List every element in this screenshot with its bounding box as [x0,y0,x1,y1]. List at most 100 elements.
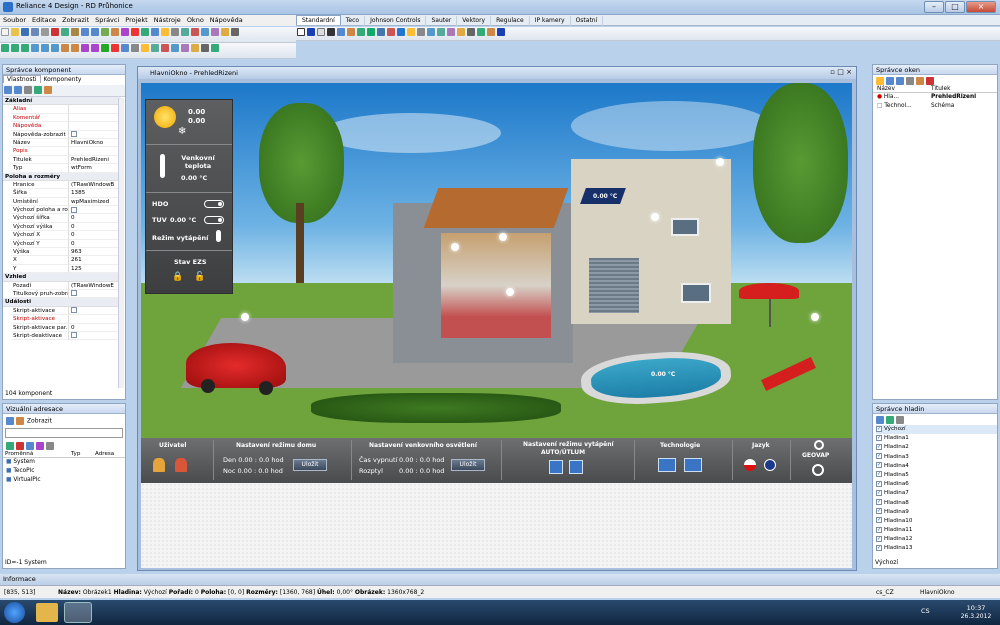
slider-icon[interactable] [437,28,445,36]
size-icon[interactable] [191,44,199,52]
device-icon[interactable] [181,28,189,36]
tab-teco[interactable]: Teco [341,16,366,26]
list-item[interactable]: ✓ Hladina9 [876,508,997,517]
layer-checkbox[interactable]: ✓ [876,434,882,441]
menu-zobrazit[interactable]: Zobrazit [59,15,92,25]
property-value[interactable]: 1385 [69,189,121,198]
col-nazev[interactable]: Název [877,86,931,92]
list-item[interactable]: ✓ Hladina5 [876,471,997,480]
tab-vlastnosti[interactable]: Vlastnosti [3,75,41,83]
technology-icon[interactable] [658,458,676,472]
property-value[interactable]: wpMaximized [69,198,121,207]
distribute-icon[interactable] [211,44,219,52]
add-icon[interactable] [6,442,14,450]
send-back-icon[interactable] [71,44,79,52]
property-value[interactable]: 0 [69,223,121,232]
report-icon[interactable] [221,28,229,36]
restore-icon[interactable]: □ [837,68,844,76]
edit-box-icon[interactable] [417,28,425,36]
layer-props-icon[interactable] [886,416,894,424]
filter-input[interactable] [5,428,123,438]
tab-regulace[interactable]: Regulace [491,16,530,26]
print-icon[interactable] [41,28,49,36]
button-icon[interactable] [317,28,325,36]
save-all-icon[interactable] [31,28,39,36]
cut-icon[interactable] [51,28,59,36]
menu-soubor[interactable]: Soubor [0,15,29,25]
property-value[interactable]: 0 [69,240,121,249]
range-value[interactable]: 0.00 : 0.0 hod [399,467,444,475]
uk-flag-icon[interactable] [764,459,776,471]
trend-view-icon[interactable] [377,28,385,36]
link-icon[interactable] [36,442,44,450]
error-icon[interactable] [131,28,139,36]
group-icon[interactable] [81,44,89,52]
list-item[interactable]: ✓ Hladina2 [876,443,997,452]
layer-checkbox[interactable]: ✓ [876,544,882,551]
space-icon[interactable] [201,44,209,52]
tab-ostatni[interactable]: Ostatní [571,16,604,26]
label-icon[interactable] [337,28,345,36]
properties-icon[interactable] [46,442,54,450]
minimize-button[interactable]: – [924,1,944,13]
menu-projekt[interactable]: Projekt [122,15,150,25]
align-center-icon[interactable] [11,44,19,52]
property-value[interactable] [69,206,121,215]
col-titulek[interactable]: Titulek [931,86,999,92]
light-bulb-icon[interactable] [499,233,507,241]
filter-icon[interactable] [24,86,32,94]
tree-icon[interactable] [6,417,14,425]
property-value[interactable]: 125 [69,265,121,274]
start-button[interactable] [4,602,25,623]
layer-checkbox[interactable]: ✓ [876,499,882,505]
save-lighting-button[interactable]: Uložit [451,459,485,471]
light-bulb-icon[interactable] [451,243,459,251]
variable-icon[interactable] [16,417,24,425]
grid-icon[interactable] [121,44,129,52]
menu-editace[interactable]: Editace [29,15,59,25]
property-section[interactable]: Poloha a rozměry [3,172,121,181]
maximize-button[interactable]: □ [945,1,965,13]
property-value[interactable] [69,114,121,123]
undo-icon[interactable] [81,28,89,36]
property-value[interactable]: HlavniOkno [69,139,121,148]
layer-checkbox[interactable]: ✓ [876,517,882,524]
light-bulb-icon[interactable] [506,288,514,296]
layer-checkbox[interactable]: ✓ [876,526,882,533]
redo-icon[interactable] [91,28,99,36]
explorer-taskbar-icon[interactable] [36,603,58,622]
view-dropdown[interactable]: Zobrazit [27,418,52,425]
property-value[interactable] [69,147,121,156]
light-bulb-icon[interactable] [811,313,819,321]
heating-reduce-icon[interactable] [569,460,583,474]
table-row[interactable]: ● Hla... PrehledRizeni [873,93,997,102]
list-item[interactable]: ✓ Hladina7 [876,489,997,498]
tab-vektory[interactable]: Vektory [457,16,492,26]
bar-icon[interactable] [347,28,355,36]
sort-category-icon[interactable] [4,86,12,94]
radio-icon[interactable] [447,28,455,36]
play-icon[interactable] [101,44,109,52]
menu-okno[interactable]: Okno [184,15,207,25]
display-icon[interactable] [307,28,315,36]
script-icon[interactable] [211,28,219,36]
delete-icon[interactable] [16,442,24,450]
layer-checkbox[interactable]: ✓ [876,489,882,496]
property-value[interactable] [69,332,121,341]
align-top-icon[interactable] [31,44,39,52]
copy-window-icon[interactable] [896,77,904,85]
text-icon[interactable] [327,28,335,36]
expand-icon[interactable] [34,86,42,94]
unlock-icon[interactable]: 🔓 [194,272,205,282]
locale-indicator[interactable]: cs_CZ [876,586,894,599]
input-language[interactable]: CS [921,607,930,615]
layer-checkbox[interactable]: ✓ [876,462,882,469]
night-setting[interactable]: Noc 0.00 : 0.0 hod [223,467,283,475]
property-value[interactable]: 0 [69,324,121,332]
menu-nastroje[interactable]: Nástroje [151,15,184,25]
sort-alpha-icon[interactable] [14,86,22,94]
tab-standardni[interactable]: Standardní [296,15,341,25]
folder-icon[interactable] [876,77,884,85]
layer-checkbox[interactable]: ✓ [876,508,882,515]
list-item[interactable]: ■ System [6,458,125,467]
